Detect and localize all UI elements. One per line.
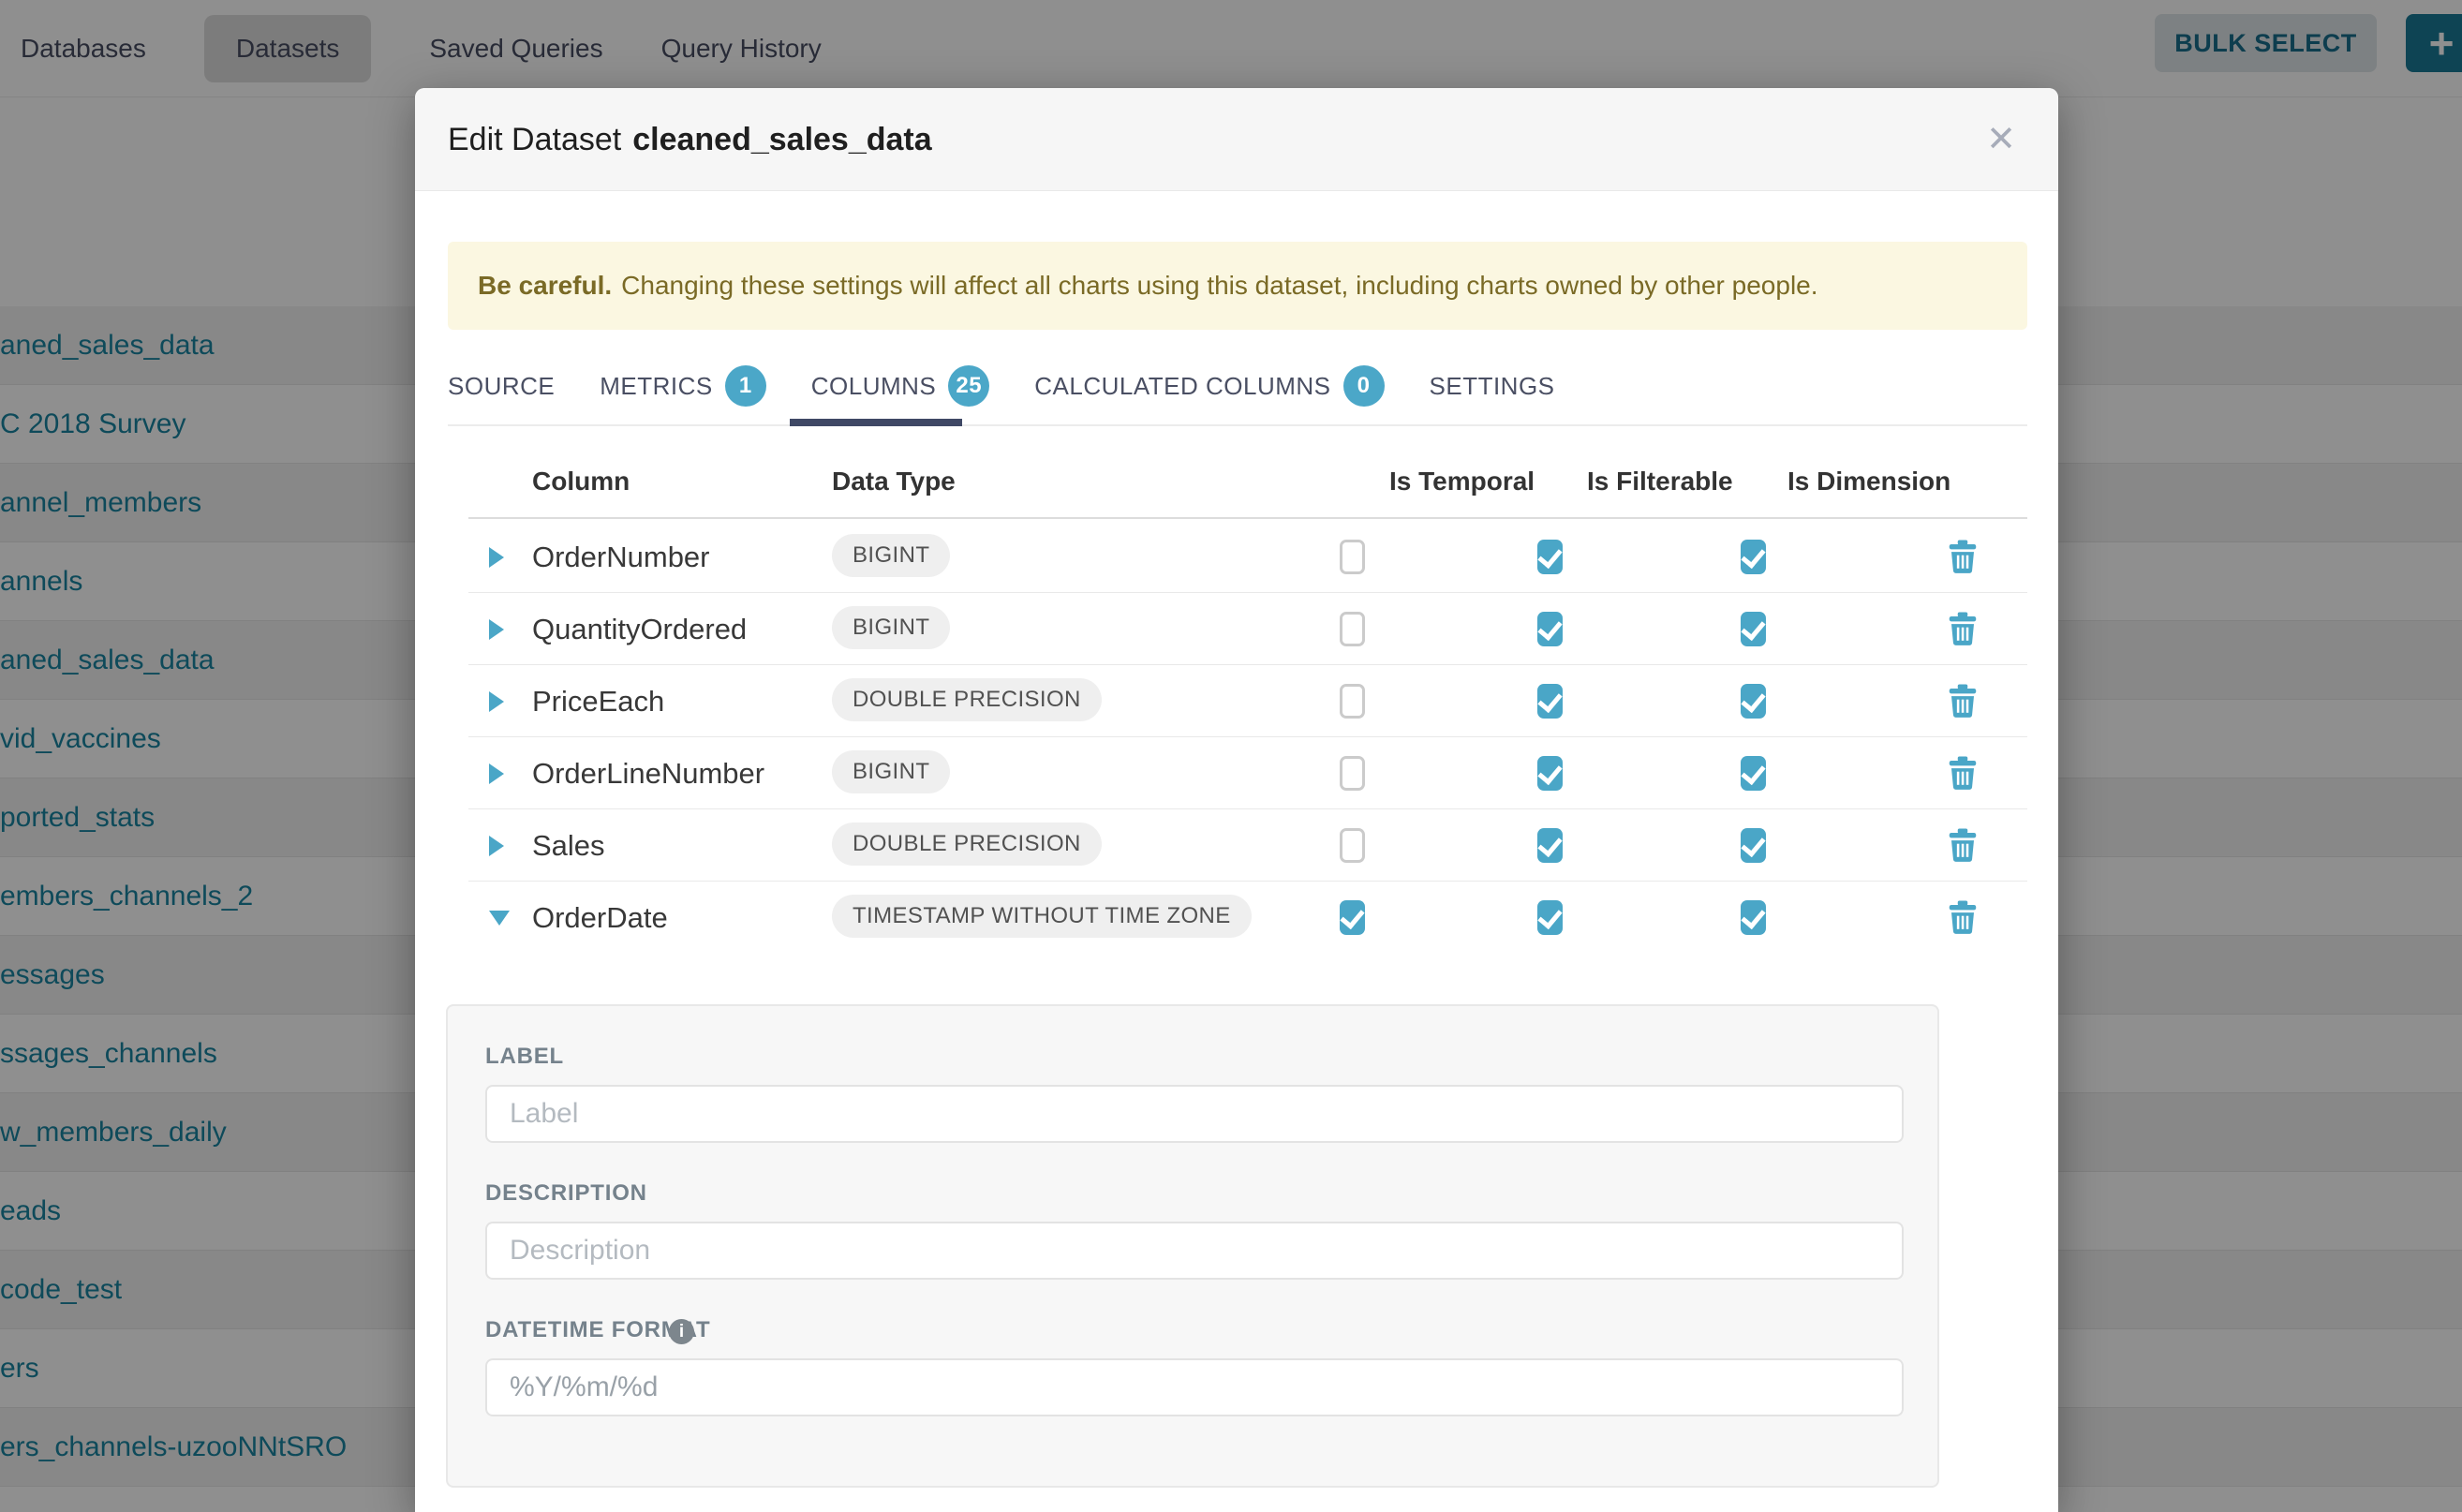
column-header-column: Column [532,467,630,497]
column-row-orderdate: OrderDate TIMESTAMP WITHOUT TIME ZONE [468,882,2027,954]
column-detail-panel: LABEL DESCRIPTION DATETIME FORMAT [446,1004,1939,1488]
edit-dataset-modal: Edit Dataset cleaned_sales_data Be caref… [415,88,2058,1512]
column-name: OrderLineNumber [532,757,764,791]
is-dimension-checkbox-checked[interactable] [1741,612,1766,646]
column-header-is-dimension: Is Dimension [1787,467,1950,497]
column-row-ordernumber: OrderNumber BIGINT [468,521,2027,593]
column-name: QuantityOrdered [532,613,747,646]
column-header-is-filterable: Is Filterable [1587,467,1733,497]
tab-label: CALCULATED COLUMNS [1034,372,1330,401]
is-temporal-checkbox-unchecked[interactable] [1340,540,1365,574]
modal-header: Edit Dataset cleaned_sales_data [415,88,2058,191]
columns-table: OrderNumberBIGINT QuantityOrderedBIGINT … [468,521,2027,954]
column-row-quantityordered: QuantityOrdered BIGINT [468,593,2027,665]
data-type-pill: BIGINT [832,750,950,793]
is-dimension-checkbox-checked[interactable] [1741,828,1766,863]
caret-right-icon[interactable] [489,836,504,856]
tab-label: SETTINGS [1430,372,1555,401]
caret-right-icon[interactable] [489,547,504,568]
is-dimension-checkbox-checked[interactable] [1741,540,1766,574]
trash-icon[interactable] [1949,612,1977,646]
label-field-heading: LABEL [485,1044,564,1070]
tab-label: METRICS [600,372,713,401]
warning-bold: Be careful. [478,271,612,301]
modal-title: Edit Dataset cleaned_sales_data [448,88,932,191]
is-dimension-checkbox-checked[interactable] [1741,756,1766,791]
column-header-is-temporal: Is Temporal [1389,467,1535,497]
description-field-heading: DESCRIPTION [485,1180,647,1207]
tab-settings[interactable]: SETTINGS [1430,364,1555,425]
modal-title-dataset: cleaned_sales_data [632,122,931,158]
tab-label: SOURCE [448,372,555,401]
data-type-pill: TIMESTAMP WITHOUT TIME ZONE [832,895,1252,938]
column-row-sales: Sales DOUBLE PRECISION [468,809,2027,882]
tab-metrics[interactable]: METRICS 1 [600,358,766,431]
caret-down-icon[interactable] [489,911,510,926]
trash-icon[interactable] [1949,756,1977,791]
column-header-data-type: Data Type [832,467,956,497]
column-name: OrderDate [532,901,668,935]
columns-table-header: Column Data Type Is Temporal Is Filterable I… [468,459,2027,519]
is-filterable-checkbox-checked[interactable] [1537,900,1563,935]
tabs-divider [448,424,2027,426]
tab-count-badge: 25 [948,365,989,407]
data-type-pill: DOUBLE PRECISION [832,823,1102,866]
caret-right-icon[interactable] [489,619,504,640]
tab-count-badge: 0 [1343,365,1385,407]
tab-count-badge: 1 [725,365,766,407]
is-dimension-checkbox-checked[interactable] [1741,900,1766,935]
trash-icon[interactable] [1949,540,1977,574]
modal-tabs: SOURCE METRICS 1 COLUMNS 25 CALCULATED COLUMN… [448,358,1555,431]
is-temporal-checkbox-unchecked[interactable] [1340,612,1365,646]
is-temporal-checkbox-unchecked[interactable] [1340,756,1365,791]
caret-right-icon[interactable] [489,763,504,784]
trash-icon[interactable] [1949,828,1977,863]
column-row-orderlinenumber: OrderLineNumber BIGINT [468,737,2027,809]
is-filterable-checkbox-checked[interactable] [1537,828,1563,863]
is-filterable-checkbox-checked[interactable] [1537,540,1563,574]
data-type-pill: BIGINT [832,606,950,649]
column-name: Sales [532,829,605,863]
is-filterable-checkbox-checked[interactable] [1537,612,1563,646]
is-temporal-checkbox-unchecked[interactable] [1340,828,1365,863]
data-type-pill: BIGINT [832,534,950,577]
description-input[interactable] [485,1222,1904,1280]
trash-icon[interactable] [1949,900,1977,935]
is-filterable-checkbox-checked[interactable] [1537,684,1563,719]
label-input[interactable] [485,1085,1904,1143]
tab-label: COLUMNS [811,372,937,401]
warning-banner: Be careful. Changing these settings will… [448,242,2027,330]
is-filterable-checkbox-checked[interactable] [1537,756,1563,791]
is-temporal-checkbox-checked[interactable] [1340,900,1365,935]
active-tab-underline [790,419,962,426]
is-temporal-checkbox-unchecked[interactable] [1340,684,1365,719]
tab-calculated-columns[interactable]: CALCULATED COLUMNS 0 [1034,358,1384,431]
modal-title-prefix: Edit Dataset [448,122,621,158]
tab-source[interactable]: SOURCE [448,364,555,425]
trash-icon[interactable] [1949,684,1977,719]
column-name: OrderNumber [532,541,710,574]
column-row-priceeach: PriceEach DOUBLE PRECISION [468,665,2027,737]
is-dimension-checkbox-checked[interactable] [1741,684,1766,719]
info-icon[interactable] [669,1319,694,1344]
app: DatabasesDatasetsSaved QueriesQuery Hist… [0,0,2462,1512]
warning-text: Changing these settings will affect all … [621,271,1817,301]
caret-right-icon[interactable] [489,691,504,712]
column-name: PriceEach [532,685,664,719]
datetime-format-input[interactable] [485,1358,1904,1416]
data-type-pill: DOUBLE PRECISION [832,678,1102,721]
close-icon[interactable] [1978,116,2024,163]
